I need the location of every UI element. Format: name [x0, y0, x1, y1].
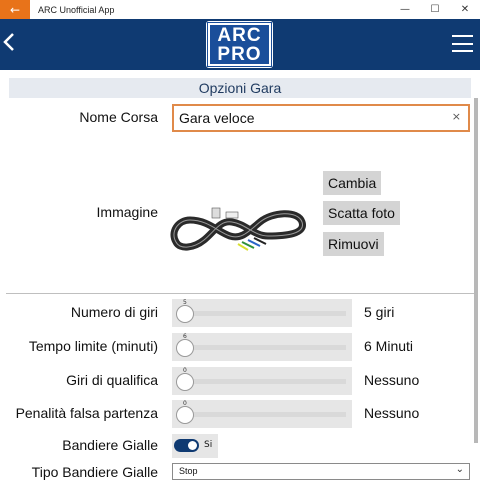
change-image-button[interactable]: Cambia — [323, 171, 382, 195]
track-image — [170, 207, 306, 251]
header-back-button[interactable] — [3, 32, 17, 56]
time-limit-slider-thumb[interactable] — [176, 339, 194, 357]
qualifying-value: Nessuno — [364, 372, 420, 388]
yellow-flag-type-label: Tipo Bandiere Gialle — [31, 464, 158, 480]
yellow-flag-type-value: Stop — [179, 466, 198, 476]
time-limit-slider-tick: 6 — [183, 333, 187, 340]
logo-line-2: PRO — [217, 43, 262, 65]
app-header: ARC PRO — [0, 19, 480, 70]
yellow-flags-state: Si — [204, 440, 213, 450]
yellow-flags-toggle[interactable] — [174, 439, 199, 452]
maximize-button[interactable]: ☐ — [420, 0, 450, 19]
yellow-flags-toggle-container: Si — [172, 434, 218, 458]
image-label: Immagine — [96, 204, 158, 220]
clear-icon[interactable]: × — [452, 110, 461, 123]
arc-pro-logo: ARC PRO — [206, 21, 273, 68]
race-name-label: Nome Corsa — [79, 109, 158, 125]
laps-slider[interactable]: 5 — [172, 299, 352, 327]
divider — [6, 293, 474, 294]
time-limit-slider[interactable]: 6 — [172, 333, 352, 361]
false-start-value: Nessuno — [364, 405, 420, 421]
false-start-slider-thumb[interactable] — [176, 406, 194, 424]
false-start-label: Penalità falsa partenza — [15, 405, 158, 421]
titlebar-back-button[interactable]: ← — [0, 0, 30, 19]
qualifying-slider-thumb[interactable] — [176, 373, 194, 391]
qualifying-label: Giri di qualifica — [66, 372, 158, 388]
qualifying-slider-tick: 0 — [183, 367, 187, 374]
race-options-panel: Opzioni Gara Nome Corsa × Immagine Cambi… — [0, 70, 480, 480]
chevron-down-icon: ⌄ — [455, 464, 464, 475]
title-bar: ← ARC Unofficial App — ☐ ✕ — [0, 0, 480, 19]
race-name-input[interactable] — [174, 106, 434, 130]
time-limit-label: Tempo limite (minuti) — [28, 338, 158, 354]
yellow-flag-type-select[interactable]: Stop ⌄ — [172, 463, 470, 480]
chevron-left-icon — [3, 33, 14, 51]
remove-image-button[interactable]: Rimuovi — [323, 232, 384, 256]
minimize-button[interactable]: — — [390, 0, 420, 19]
yellow-flags-label: Bandiere Gialle — [62, 437, 158, 453]
menu-icon[interactable] — [452, 35, 473, 52]
laps-label: Numero di giri — [70, 304, 158, 320]
qualifying-slider[interactable]: 0 — [172, 367, 352, 395]
logo-line-1: ARC — [217, 24, 262, 46]
race-name-field-box: × — [172, 104, 470, 132]
close-button[interactable]: ✕ — [450, 0, 480, 19]
section-title: Opzioni Gara — [9, 78, 471, 98]
time-limit-value: 6 Minuti — [364, 338, 414, 354]
laps-slider-thumb[interactable] — [176, 305, 194, 323]
window-title: ARC Unofficial App — [38, 4, 115, 15]
app-window: ← ARC Unofficial App — ☐ ✕ ARC PRO Opzio… — [0, 0, 480, 480]
false-start-slider-tick: 0 — [183, 400, 187, 407]
false-start-slider[interactable]: 0 — [172, 400, 352, 428]
back-arrow-icon: ← — [9, 2, 21, 17]
laps-value: 5 giri — [364, 304, 395, 320]
scrollbar[interactable] — [474, 98, 478, 443]
laps-slider-tick: 5 — [183, 299, 187, 306]
take-photo-button[interactable]: Scatta foto — [323, 201, 400, 225]
